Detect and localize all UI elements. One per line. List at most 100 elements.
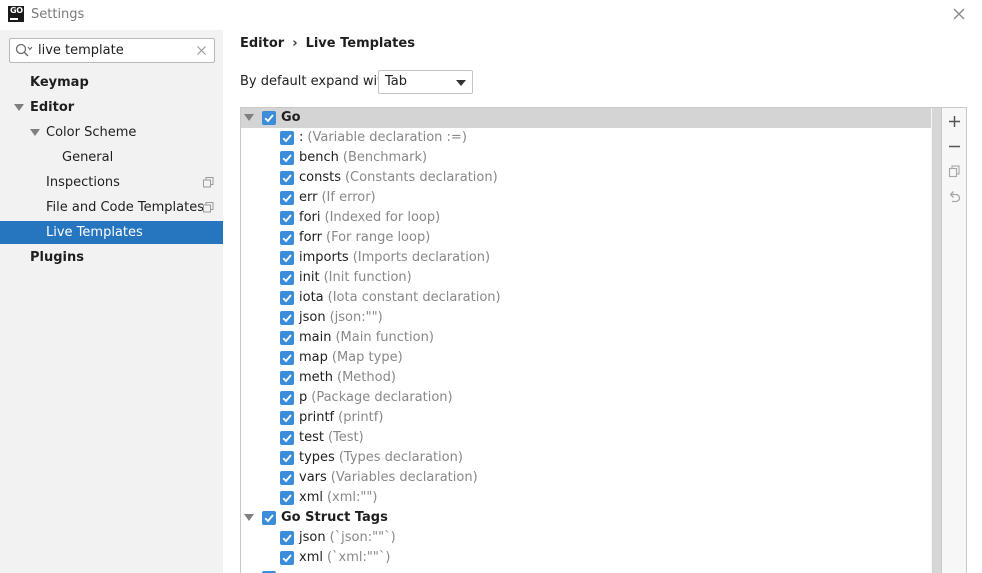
- template-description: (Benchmark): [342, 150, 428, 165]
- title-bar: GO Settings: [0, 0, 982, 30]
- scrollbar[interactable]: [931, 108, 941, 573]
- template-row[interactable]: fori (Indexed for loop): [241, 208, 931, 228]
- sidebar-item-editor[interactable]: Editor: [0, 96, 223, 119]
- template-abbreviation: consts: [299, 170, 341, 185]
- list-toolbar: [942, 107, 967, 573]
- template-checkbox[interactable]: [280, 331, 294, 345]
- template-checkbox[interactable]: [280, 431, 294, 445]
- template-description: (Variables declaration): [330, 470, 478, 485]
- template-group[interactable]: Go Struct Tags: [241, 508, 931, 528]
- clear-icon[interactable]: [196, 45, 207, 56]
- template-item: json (`json:""`): [299, 528, 396, 548]
- template-row[interactable]: err (If error): [241, 188, 931, 208]
- minus-icon[interactable]: [946, 138, 963, 155]
- chevron-down-icon: [456, 80, 466, 86]
- template-row[interactable]: json (`json:""`): [241, 528, 931, 548]
- template-checkbox[interactable]: [280, 131, 294, 145]
- template-abbreviation: p: [299, 390, 308, 405]
- template-description: (Types declaration): [338, 450, 463, 465]
- template-checkbox[interactable]: [280, 271, 294, 285]
- template-row[interactable]: test (Test): [241, 428, 931, 448]
- template-checkbox[interactable]: [280, 231, 294, 245]
- plus-icon[interactable]: [946, 113, 963, 130]
- template-item: : (Variable declaration :=): [299, 128, 467, 148]
- search-input[interactable]: [38, 41, 188, 60]
- template-description: (If error): [321, 190, 376, 205]
- template-checkbox[interactable]: [280, 411, 294, 425]
- template-description: (Package declaration): [311, 390, 453, 405]
- sidebar-item-color-scheme[interactable]: Color Scheme: [0, 121, 223, 144]
- template-checkbox[interactable]: [280, 351, 294, 365]
- template-row[interactable]: xml (`xml:""`): [241, 548, 931, 568]
- template-row[interactable]: : (Variable declaration :=): [241, 128, 931, 148]
- template-row[interactable]: imports (Imports declaration): [241, 248, 931, 268]
- template-checkbox[interactable]: [280, 251, 294, 265]
- template-checkbox[interactable]: [280, 291, 294, 305]
- template-row[interactable]: xml (xml:""): [241, 488, 931, 508]
- expand-with-label: By default expand with: [240, 74, 391, 89]
- sidebar-item-general[interactable]: General: [0, 146, 223, 169]
- chevron-down-icon[interactable]: [244, 114, 254, 121]
- template-checkbox[interactable]: [280, 491, 294, 505]
- template-description: (json:""): [329, 310, 383, 325]
- sidebar-item-file-and-code-templates[interactable]: File and Code Templates: [0, 196, 223, 219]
- template-row[interactable]: json (json:""): [241, 308, 931, 328]
- sidebar-item-plugins[interactable]: Plugins: [0, 246, 223, 269]
- breadcrumb-parent[interactable]: Editor: [240, 36, 284, 51]
- template-item: bench (Benchmark): [299, 148, 427, 168]
- template-abbreviation: test: [299, 430, 324, 445]
- template-checkbox[interactable]: [280, 211, 294, 225]
- template-description: (Imports declaration): [352, 250, 491, 265]
- template-row[interactable]: forr (For range loop): [241, 228, 931, 248]
- sidebar-item-label: General: [62, 150, 114, 165]
- template-row[interactable]: bench (Benchmark): [241, 148, 931, 168]
- copy-icon: [203, 202, 214, 213]
- template-checkbox[interactable]: [280, 531, 294, 545]
- template-abbreviation: forr: [299, 230, 322, 245]
- template-row[interactable]: iota (Iota constant declaration): [241, 288, 931, 308]
- template-checkbox[interactable]: [280, 311, 294, 325]
- chevron-down-icon[interactable]: [30, 129, 40, 136]
- search-icon[interactable]: [15, 43, 33, 59]
- template-row[interactable]: main (Main function): [241, 328, 931, 348]
- expand-with-dropdown[interactable]: Tab: [378, 70, 473, 94]
- template-item: map (Map type): [299, 348, 403, 368]
- template-item: forr (For range loop): [299, 228, 430, 248]
- template-row[interactable]: p (Package declaration): [241, 388, 931, 408]
- template-row[interactable]: map (Map type): [241, 348, 931, 368]
- template-row[interactable]: printf (printf): [241, 408, 931, 428]
- close-icon[interactable]: [950, 5, 968, 23]
- template-row[interactable]: vars (Variables declaration): [241, 468, 931, 488]
- template-group[interactable]: Go: [241, 108, 931, 128]
- template-item: xml (`xml:""`): [299, 548, 390, 568]
- group-name: Go Struct Tags: [281, 510, 388, 525]
- template-abbreviation: types: [299, 450, 335, 465]
- template-row[interactable]: consts (Constants declaration): [241, 168, 931, 188]
- template-description: (`json:""`): [329, 530, 396, 545]
- sidebar-item-label: Keymap: [30, 75, 89, 90]
- copy-icon[interactable]: [946, 163, 963, 180]
- chevron-down-icon[interactable]: [244, 514, 254, 521]
- template-checkbox[interactable]: [280, 551, 294, 565]
- template-checkbox[interactable]: [280, 451, 294, 465]
- sidebar-item-inspections[interactable]: Inspections: [0, 171, 223, 194]
- chevron-down-icon[interactable]: [14, 104, 24, 111]
- template-checkbox[interactable]: [280, 171, 294, 185]
- template-row[interactable]: meth (Method): [241, 368, 931, 388]
- template-abbreviation: :: [299, 130, 304, 145]
- undo-icon[interactable]: [946, 188, 963, 205]
- template-checkbox[interactable]: [280, 191, 294, 205]
- template-checkbox[interactable]: [280, 471, 294, 485]
- template-checkbox[interactable]: [280, 371, 294, 385]
- template-row[interactable]: types (Types declaration): [241, 448, 931, 468]
- template-checkbox[interactable]: [280, 391, 294, 405]
- sidebar-item-live-templates[interactable]: Live Templates: [0, 221, 223, 244]
- template-group[interactable]: [241, 568, 931, 573]
- sidebar-item-keymap[interactable]: Keymap: [0, 71, 223, 94]
- scrollbar-thumb[interactable]: [932, 108, 941, 573]
- template-row[interactable]: init (Init function): [241, 268, 931, 288]
- group-checkbox[interactable]: [262, 511, 276, 525]
- template-description: (Iota constant declaration): [327, 290, 501, 305]
- template-checkbox[interactable]: [280, 151, 294, 165]
- group-checkbox[interactable]: [262, 111, 276, 125]
